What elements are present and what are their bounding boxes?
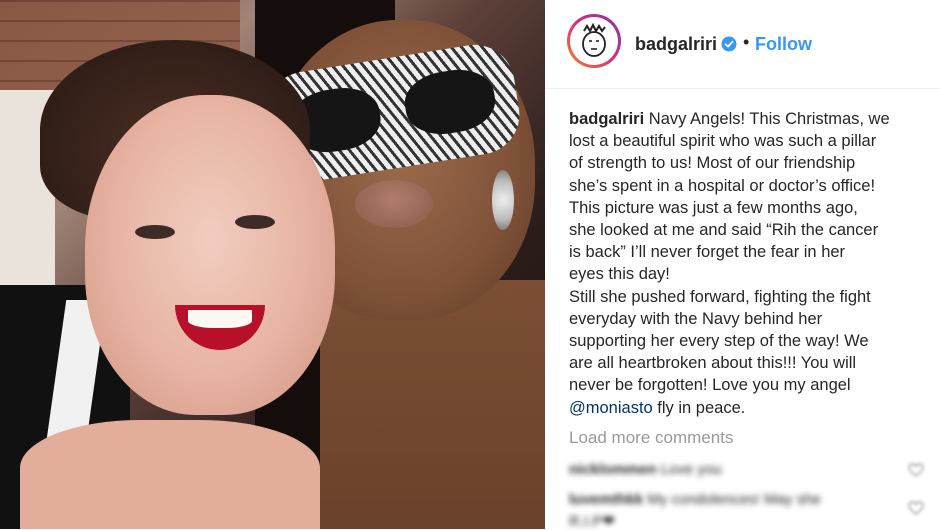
comment-continuation: R.I.P❤ — [569, 512, 615, 530]
comment-username[interactable]: nicklommen — [569, 461, 657, 478]
avatar[interactable] — [567, 14, 621, 68]
left-person-eye-left — [135, 225, 175, 239]
post-caption: badgalriri Navy Angels! This Christmas, … — [569, 108, 931, 419]
caption-text: Navy Angels! This Christmas, we — [648, 110, 890, 128]
caption-text: fly in peace. — [652, 398, 746, 417]
post-header: badgalriri • Follow — [545, 0, 940, 89]
caption-line: everyday with the Navy behind her — [569, 309, 823, 328]
post-sidebar: badgalriri • Follow badgalriri Navy Ange… — [545, 0, 940, 530]
comment-username[interactable]: luvemthkk — [569, 491, 643, 508]
caption-line: she looked at me and said “Rih the cance… — [569, 221, 879, 240]
caption-username[interactable]: badgalriri — [569, 110, 644, 128]
load-more-comments-button[interactable]: Load more comments — [569, 428, 733, 448]
comment-text: Love you — [660, 461, 722, 478]
avatar-image — [570, 17, 618, 65]
caption-line: is back” I’ll never forget the fear in h… — [569, 243, 846, 262]
caption-line: This picture was just a few months ago, — [569, 198, 858, 217]
comment: nicklommen Love you — [569, 461, 722, 478]
caption-line: @moniasto fly in peace. — [569, 397, 931, 419]
sunglasses-lens-right — [400, 64, 500, 140]
separator-dot: • — [743, 32, 750, 52]
heart-icon[interactable] — [908, 462, 924, 478]
left-person-shoulders — [20, 420, 320, 529]
verified-badge-icon — [721, 36, 737, 52]
comment-text: R.I.P❤ — [569, 513, 615, 530]
comment: luvemthkk My condolences! May she — [569, 491, 821, 508]
left-person-face — [85, 95, 335, 415]
comment-text: My condolences! May she — [647, 491, 821, 508]
left-person-teeth — [188, 310, 252, 328]
earring — [492, 170, 514, 230]
caption-line: supporting her every step of the way! We — [569, 332, 869, 351]
post-username[interactable]: badgalriri — [635, 34, 717, 55]
follow-button[interactable]: Follow — [755, 34, 812, 55]
heart-icon[interactable] — [908, 500, 924, 516]
caption-line: Still she pushed forward, fighting the f… — [569, 287, 871, 306]
caption-line: badgalriri Navy Angels! This Christmas, … — [569, 108, 931, 130]
caption-line: are all heartbroken about this!!! You wi… — [569, 354, 857, 373]
caption-line: eyes this day! — [569, 265, 670, 284]
right-person-lips — [355, 180, 433, 228]
post-photo[interactable] — [0, 0, 545, 529]
caption-line: never be forgotten! Love you my angel — [569, 376, 851, 395]
caption-line: of strength to us! Most of our friendshi… — [569, 154, 856, 173]
cartoon-face-icon — [582, 22, 606, 57]
instagram-post: badgalriri • Follow badgalriri Navy Ange… — [0, 0, 940, 530]
user-mention-link[interactable]: @moniasto — [569, 399, 653, 417]
caption-line: she’s spent in a hospital or doctor’s of… — [569, 176, 876, 195]
left-person-eye-right — [235, 215, 275, 229]
caption-line: lost a beautiful spirit who was such a p… — [569, 132, 877, 151]
